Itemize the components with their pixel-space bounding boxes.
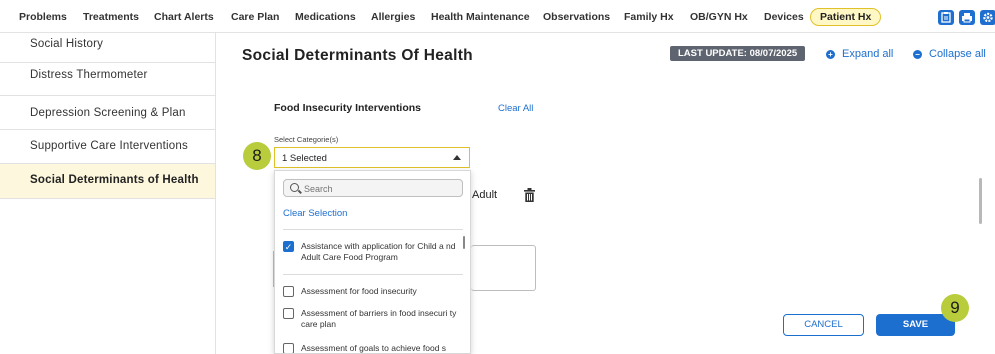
dropdown-option[interactable]: Assessment of goals to achieve food s: [283, 343, 463, 353]
last-update-badge: LAST UPDATE: 08/07/2025: [670, 46, 806, 61]
cancel-button[interactable]: CANCEL: [783, 314, 864, 336]
notes-textarea[interactable]: [471, 245, 536, 291]
tab-health-maintenance[interactable]: Health Maintenance: [431, 11, 530, 23]
step-badge-8: 8: [243, 142, 271, 170]
tab-ob-gyn-hx[interactable]: OB/GYN Hx: [690, 11, 748, 23]
main-scrollbar[interactable]: [979, 178, 982, 224]
categories-select[interactable]: 1 Selected: [274, 147, 470, 168]
checkbox-icon[interactable]: [283, 343, 294, 353]
collapse-all-label: Collapse all: [929, 48, 986, 60]
clear-all-link[interactable]: Clear All: [498, 103, 533, 114]
dropdown-divider: [283, 274, 463, 275]
top-navigation: Problems Treatments Chart Alerts Care Pl…: [0, 0, 995, 33]
categories-select-value: 1 Selected: [282, 153, 327, 164]
step-badge-9: 9: [941, 294, 969, 322]
dropdown-option[interactable]: Assessment of barriers in food insecuri …: [283, 308, 463, 330]
expand-all-label: Expand all: [842, 48, 894, 60]
sidebar-item-social-determinants[interactable]: Social Determinants of Health: [0, 164, 215, 199]
sidebar-item-distress-thermometer[interactable]: Distress Thermometer: [0, 63, 215, 96]
search-icon: [290, 183, 299, 192]
dropdown-option[interactable]: Assessment for food insecurity: [283, 286, 463, 297]
trash-icon[interactable]: [524, 188, 535, 202]
checkbox-icon[interactable]: [283, 308, 294, 319]
select-categories-label: Select Categorie(s): [274, 135, 339, 144]
dropdown-search[interactable]: [283, 179, 463, 197]
caret-up-icon: [453, 155, 461, 160]
option-label: Assessment for food insecurity: [301, 286, 417, 296]
sidebar: Social History Distress Thermometer Depr…: [0, 33, 216, 354]
expand-all-button[interactable]: + Expand all: [826, 48, 893, 60]
checkbox-checked-icon[interactable]: ✓: [283, 241, 294, 252]
plus-circle-icon: +: [826, 50, 835, 59]
sidebar-item-social-history[interactable]: Social History: [0, 33, 215, 63]
option-label: Assessment of barriers in food insecuri …: [301, 308, 457, 329]
minus-circle-icon: −: [913, 50, 922, 59]
tab-treatments[interactable]: Treatments: [83, 11, 139, 23]
dropdown-search-input[interactable]: [304, 182, 454, 195]
clipboard-icon[interactable]: [938, 10, 954, 25]
page-title: Social Determinants Of Health: [242, 47, 473, 64]
categories-dropdown: Clear Selection ✓ Assistance with applic…: [274, 170, 471, 354]
option-label: Assistance with application for Child a …: [301, 241, 456, 262]
tab-medications[interactable]: Medications: [295, 11, 356, 23]
section-title: Food Insecurity Interventions: [274, 102, 422, 114]
clear-selection-link[interactable]: Clear Selection: [283, 208, 347, 219]
save-button[interactable]: SAVE: [876, 314, 955, 336]
tab-family-hx[interactable]: Family Hx: [624, 11, 674, 23]
checkbox-icon[interactable]: [283, 286, 294, 297]
dropdown-option[interactable]: ✓ Assistance with application for Child …: [283, 241, 463, 263]
tab-problems[interactable]: Problems: [19, 11, 67, 23]
sidebar-item-supportive-care[interactable]: Supportive Care Interventions: [0, 130, 215, 164]
tab-patient-hx[interactable]: Patient Hx: [810, 8, 882, 26]
sidebar-item-depression-screening[interactable]: Depression Screening & Plan: [0, 96, 215, 130]
print-icon[interactable]: [959, 10, 975, 25]
adult-text: Adult: [472, 189, 498, 201]
dropdown-divider: [283, 229, 463, 230]
gear-icon[interactable]: [980, 10, 995, 25]
tab-devices[interactable]: Devices: [764, 11, 804, 23]
option-label: Assessment of goals to achieve food s: [301, 343, 447, 353]
tab-chart-alerts[interactable]: Chart Alerts: [154, 11, 214, 23]
dropdown-scrollbar[interactable]: [463, 236, 465, 249]
tab-care-plan[interactable]: Care Plan: [231, 11, 279, 23]
tab-observations[interactable]: Observations: [543, 11, 610, 23]
tab-allergies[interactable]: Allergies: [371, 11, 415, 23]
collapse-all-button[interactable]: − Collapse all: [913, 48, 986, 60]
